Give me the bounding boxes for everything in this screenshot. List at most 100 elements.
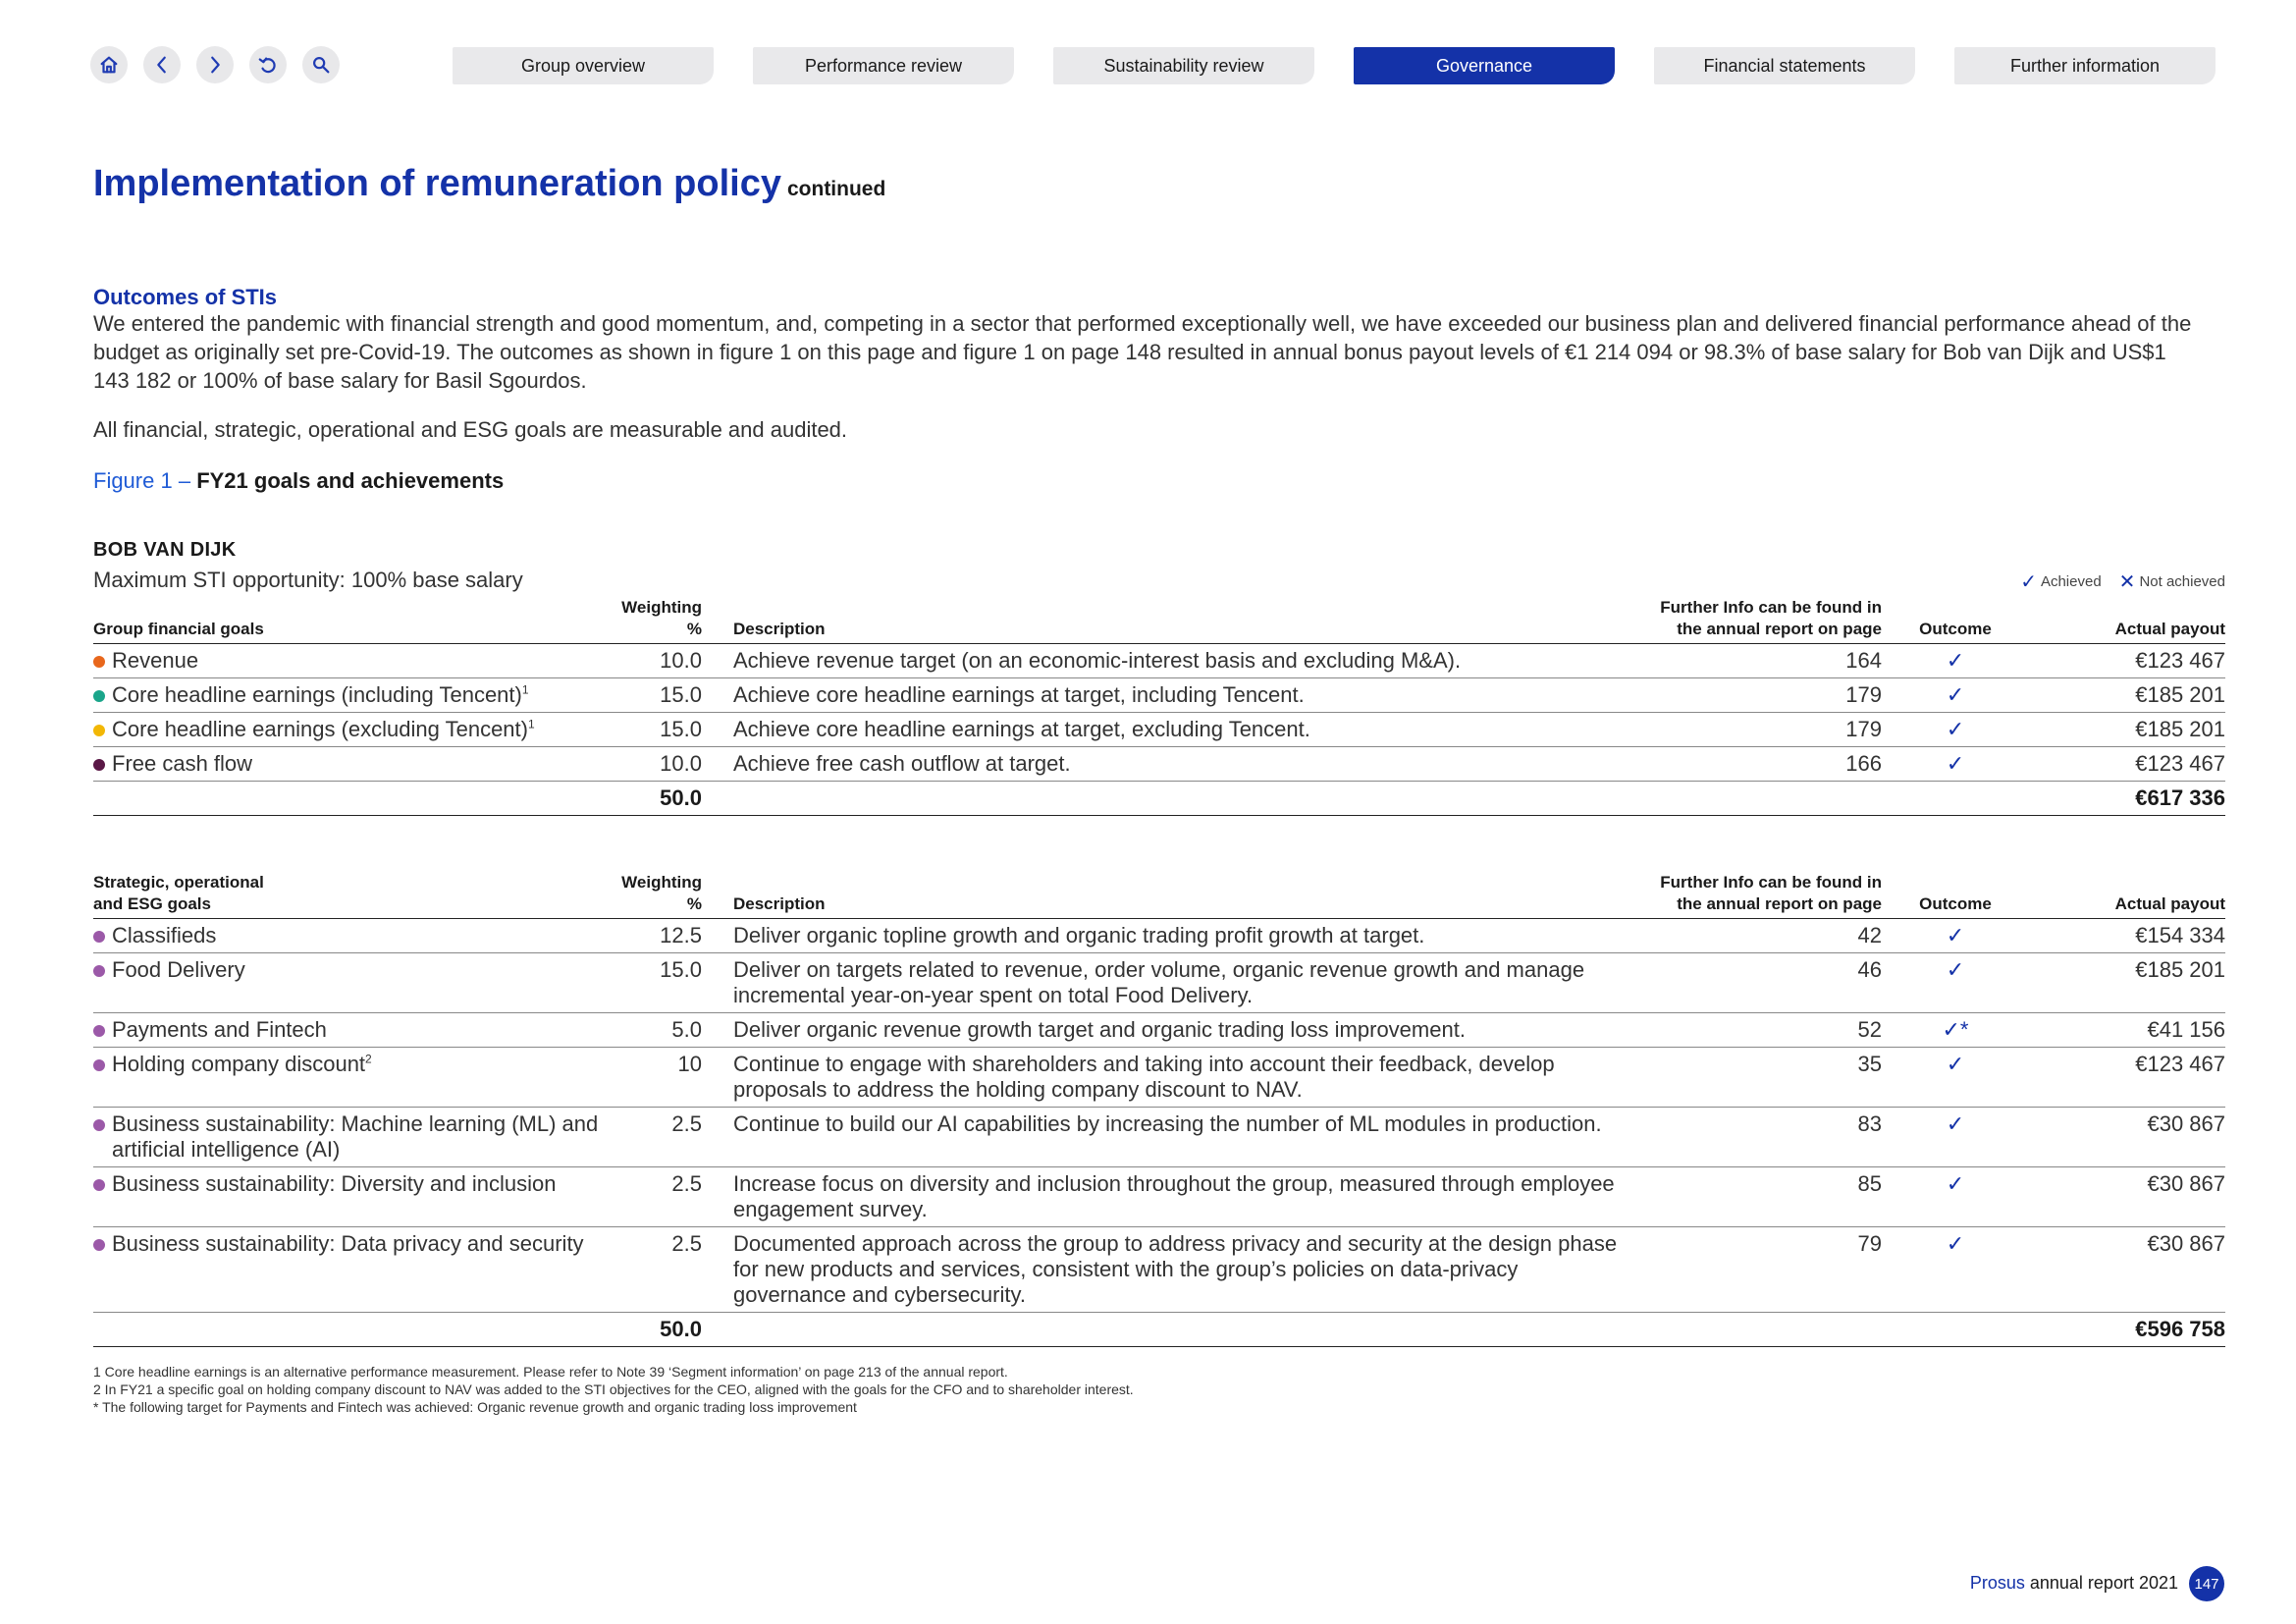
section-heading: Outcomes of STIs (93, 285, 278, 309)
goal-name: Holding company discount (112, 1052, 366, 1076)
goal-cell: Food Delivery (93, 952, 609, 1013)
page-ref-cell: 35 (1636, 1047, 1882, 1108)
total-label-cell (93, 781, 609, 816)
tab-financial-statements[interactable]: Financial statements (1654, 47, 1915, 84)
payout-cell: €123 467 (2029, 746, 2225, 782)
legend-not-achieved: Not achieved (2139, 573, 2225, 590)
back-icon[interactable] (143, 46, 181, 83)
bullet-dot-icon (93, 1239, 105, 1251)
table-row: Business sustainability: Diversity and i… (93, 1166, 2225, 1227)
table-row: Revenue 10.0 Achieve revenue target (on an… (93, 643, 2225, 678)
goal-text: Free cash flow (112, 751, 252, 777)
outcome-check-icon: ✓ (1882, 918, 2029, 953)
intro-paragraph-2: All financial, strategic, operational an… (93, 417, 848, 442)
table-header-row: Strategic, operational and ESG goals Wei… (93, 872, 2225, 919)
goal-name: Business sustainability: Data privacy an… (112, 1231, 584, 1256)
financial-goals-table: Group financial goals Weighting % Descri… (93, 597, 2225, 816)
description-cell: Achieve core headline earnings at target… (702, 677, 1636, 713)
footnotes: 1 Core headline earnings is an alternati… (93, 1363, 1134, 1416)
page-ref-cell: 83 (1636, 1107, 1882, 1167)
total-weighting: 50.0 (609, 1312, 702, 1347)
page-ref-cell: 46 (1636, 952, 1882, 1013)
col-header-weighting: Weighting % (609, 872, 702, 919)
page-footer: Prosus annual report 2021 (1970, 1573, 2178, 1594)
payout-cell: €123 467 (2029, 643, 2225, 678)
total-empty-cell (1636, 781, 1882, 816)
undo-icon[interactable] (249, 46, 287, 83)
payout-cell: €123 467 (2029, 1047, 2225, 1108)
page-ref-cell: 52 (1636, 1012, 1882, 1048)
tab-performance-review[interactable]: Performance review (753, 47, 1014, 84)
weighting-cell: 2.5 (609, 1166, 702, 1227)
goal-label: Free cash flow (93, 751, 609, 777)
goal-name: Core headline earnings (including Tencen… (112, 682, 522, 707)
goal-cell: Classifieds (93, 918, 609, 953)
tab-sustainability-review[interactable]: Sustainability review (1053, 47, 1314, 84)
goal-text: Core headline earnings (including Tencen… (112, 682, 529, 708)
weighting-cell: 10.0 (609, 746, 702, 782)
goal-cell: Core headline earnings (including Tencen… (93, 677, 609, 713)
bullet-dot-icon (93, 1059, 105, 1071)
col-header-payout: Actual payout (2029, 872, 2225, 919)
goal-name: Payments and Fintech (112, 1017, 327, 1042)
footnote-ref: 2 (365, 1052, 372, 1066)
goal-label: Classifieds (93, 923, 609, 948)
description-cell: Achieve core headline earnings at target… (702, 712, 1636, 747)
payout-cell: €185 201 (2029, 712, 2225, 747)
total-empty-cell (1636, 1312, 1882, 1347)
bullet-dot-icon (93, 965, 105, 977)
weighting-cell: 15.0 (609, 677, 702, 713)
col-header-info: Further Info can be found in the annual … (1636, 597, 1882, 644)
tab-group-overview[interactable]: Group overview (453, 47, 714, 84)
page-ref-cell: 166 (1636, 746, 1882, 782)
goal-cell: Business sustainability: Machine learnin… (93, 1107, 609, 1167)
forward-icon[interactable] (196, 46, 234, 83)
table-row: Free cash flow 10.0 Achieve free cash outf… (93, 746, 2225, 782)
col-header-weighting: Weighting % (609, 597, 702, 644)
outcome-check-icon: ✓ (1882, 1166, 2029, 1227)
col-header-info: Further Info can be found in the annual … (1636, 872, 1882, 919)
goal-cell: Holding company discount2 (93, 1047, 609, 1108)
search-icon[interactable] (302, 46, 340, 83)
table-row: Holding company discount2 10 Continue to e… (93, 1047, 2225, 1108)
footer-brand: Prosus (1969, 1573, 2025, 1593)
description-cell: Documented approach across the group to … (702, 1226, 1636, 1313)
total-empty-cell (1882, 1312, 2029, 1347)
payout-cell: €41 156 (2029, 1012, 2225, 1048)
bullet-dot-icon (93, 690, 105, 702)
goal-name: Free cash flow (112, 751, 253, 776)
goal-label: Core headline earnings (excluding Tencen… (93, 717, 609, 742)
bullet-dot-icon (93, 656, 105, 668)
bullet-dot-icon (93, 931, 105, 943)
section-tabs: Group overview Performance review Sustai… (453, 47, 2216, 84)
goal-text: Revenue (112, 648, 198, 674)
goal-name: Food Delivery (112, 957, 245, 982)
goal-name: Core headline earnings (excluding Tencen… (112, 717, 528, 741)
goal-cell: Free cash flow (93, 746, 609, 782)
description-cell: Deliver organic topline growth and organ… (702, 918, 1636, 953)
financial-goals-body: Revenue 10.0 Achieve revenue target (on an… (93, 643, 2225, 816)
legend-achieved: Achieved (2040, 573, 2102, 590)
description-cell: Increase focus on diversity and inclusio… (702, 1166, 1636, 1227)
page-title-text: Implementation of remuneration policy (93, 163, 781, 204)
outcome-check-icon: ✓ (1882, 643, 2029, 678)
goal-name: Classifieds (112, 923, 217, 947)
total-empty-cell (702, 781, 1636, 816)
payout-cell: €185 201 (2029, 677, 2225, 713)
outcome-legend: ✓ Achieved ✕ Not achieved (2020, 572, 2225, 592)
bullet-dot-icon (93, 725, 105, 736)
strategic-goals-body: Classifieds 12.5 Deliver organic topline g… (93, 918, 2225, 1347)
outcome-check-icon: ✓ (1882, 677, 2029, 713)
bullet-dot-icon (93, 1025, 105, 1037)
goal-cell: Business sustainability: Data privacy an… (93, 1226, 609, 1313)
page-title: Implementation of remuneration policy con… (93, 163, 885, 205)
col-header-goal: Group financial goals (93, 597, 609, 644)
outcome-check-icon: ✓ (1882, 1226, 2029, 1313)
goal-text: Business sustainability: Diversity and i… (112, 1171, 556, 1197)
tab-further-information[interactable]: Further information (1954, 47, 2216, 84)
page-ref-cell: 179 (1636, 712, 1882, 747)
person-name: BOB VAN DIJK (93, 539, 237, 561)
home-icon[interactable] (90, 46, 128, 83)
footer-text: annual report 2021 (2029, 1573, 2178, 1593)
tab-governance[interactable]: Governance (1354, 47, 1615, 84)
